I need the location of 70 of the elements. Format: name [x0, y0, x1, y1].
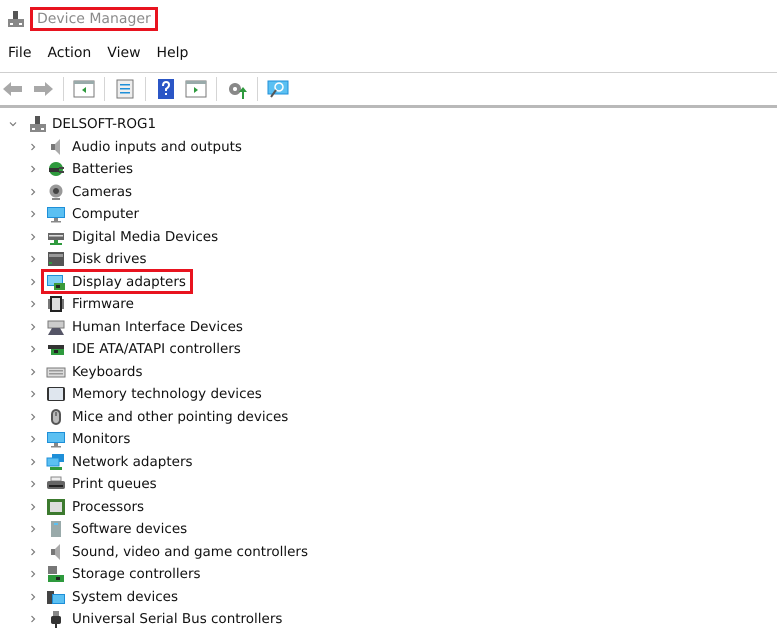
tree-item[interactable]: Computer [72, 206, 140, 222]
tree-item[interactable]: Batteries [72, 161, 134, 178]
tree-item[interactable]: Human Interface Devices [72, 318, 243, 335]
tree-item[interactable]: Audio inputs and outputs [72, 138, 242, 155]
network-adapter-icon [46, 452, 66, 471]
chevron-right-icon[interactable] [28, 502, 38, 512]
back-arrow-icon [2, 79, 24, 99]
chevron-right-icon[interactable] [28, 546, 38, 557]
chevron-right-icon[interactable] [28, 434, 38, 444]
tree-item[interactable]: Disk drives [72, 251, 146, 268]
menu-item[interactable]: File [0, 45, 40, 61]
menu-item[interactable]: Action [39, 45, 100, 61]
panel-left-icon [73, 79, 95, 99]
tree-item[interactable]: Mice and other pointing devices [72, 408, 288, 425]
tree-item[interactable]: Memory technology devices [72, 386, 262, 402]
processor-icon [46, 498, 66, 516]
tree-item[interactable]: Universal Serial Bus controllers [72, 611, 282, 628]
chevron-right-icon[interactable] [28, 412, 38, 422]
chevron-right-icon[interactable] [28, 524, 38, 534]
panel-right-icon [185, 79, 207, 99]
memory-card-icon [46, 385, 66, 404]
forward-arrow-icon [32, 79, 54, 99]
tree-item[interactable]: Keyboards [72, 364, 142, 380]
tree-item[interactable]: IDE ATA/ATAPI controllers [72, 341, 241, 358]
computer-node-icon [28, 115, 48, 134]
menu-item[interactable]: View [99, 45, 149, 61]
tree-item[interactable]: Storage controllers [72, 566, 201, 582]
chevron-right-icon[interactable] [28, 142, 38, 152]
tree-item[interactable]: System devices [72, 588, 178, 605]
computer-node-icon [6, 10, 26, 28]
tree-item[interactable]: Sound, video and game controllers [72, 544, 308, 560]
tree-item[interactable]: Digital Media Devices [72, 228, 218, 245]
battery-icon [46, 160, 66, 178]
chevron-right-icon[interactable] [28, 479, 38, 490]
monitor-search-icon [267, 79, 289, 99]
tree-item[interactable]: Print queues [72, 476, 157, 492]
storage-controller-icon [46, 565, 66, 584]
chevron-right-icon[interactable] [28, 322, 38, 332]
keyboard-joystick-icon [46, 318, 66, 336]
menu-item[interactable]: Help [148, 45, 196, 61]
chevron-right-icon[interactable] [28, 232, 38, 242]
monitor-icon [46, 430, 66, 448]
tree-item[interactable]: Cameras [72, 184, 132, 200]
chevron-right-icon[interactable] [28, 569, 38, 580]
chevron-right-icon[interactable] [28, 614, 38, 624]
help-icon [155, 79, 177, 99]
tree-item[interactable]: Display adapters [72, 274, 186, 290]
chevron-right-icon[interactable] [28, 209, 38, 220]
tree-item[interactable]: Firmware [72, 296, 134, 312]
chevron-right-icon[interactable] [28, 456, 38, 467]
disk-drive-icon [46, 250, 66, 268]
chevron-right-icon[interactable] [28, 254, 38, 264]
chevron-right-icon[interactable] [28, 164, 38, 174]
tree-item[interactable]: Monitors [72, 431, 130, 448]
chip-icon [46, 295, 66, 314]
tree-item[interactable]: Processors [72, 498, 144, 515]
chevron-right-icon[interactable] [28, 366, 38, 377]
window-title: Device Manager [30, 7, 158, 31]
tree-item[interactable]: Software devices [72, 521, 188, 538]
chevron-right-icon[interactable] [28, 186, 38, 197]
chevron-right-icon[interactable] [28, 276, 38, 287]
tree-item[interactable]: Network adapters [72, 454, 193, 470]
tree-item[interactable]: DELSOFT-ROG1 [52, 116, 156, 132]
display-adapter-icon [46, 272, 66, 291]
properties-sheet-icon [114, 79, 136, 99]
chevron-right-icon[interactable] [28, 299, 38, 310]
chevron-right-icon[interactable] [28, 344, 38, 354]
monitor-icon [46, 205, 66, 224]
chevron-right-icon[interactable] [28, 389, 38, 400]
chevron-right-icon[interactable] [28, 592, 38, 602]
